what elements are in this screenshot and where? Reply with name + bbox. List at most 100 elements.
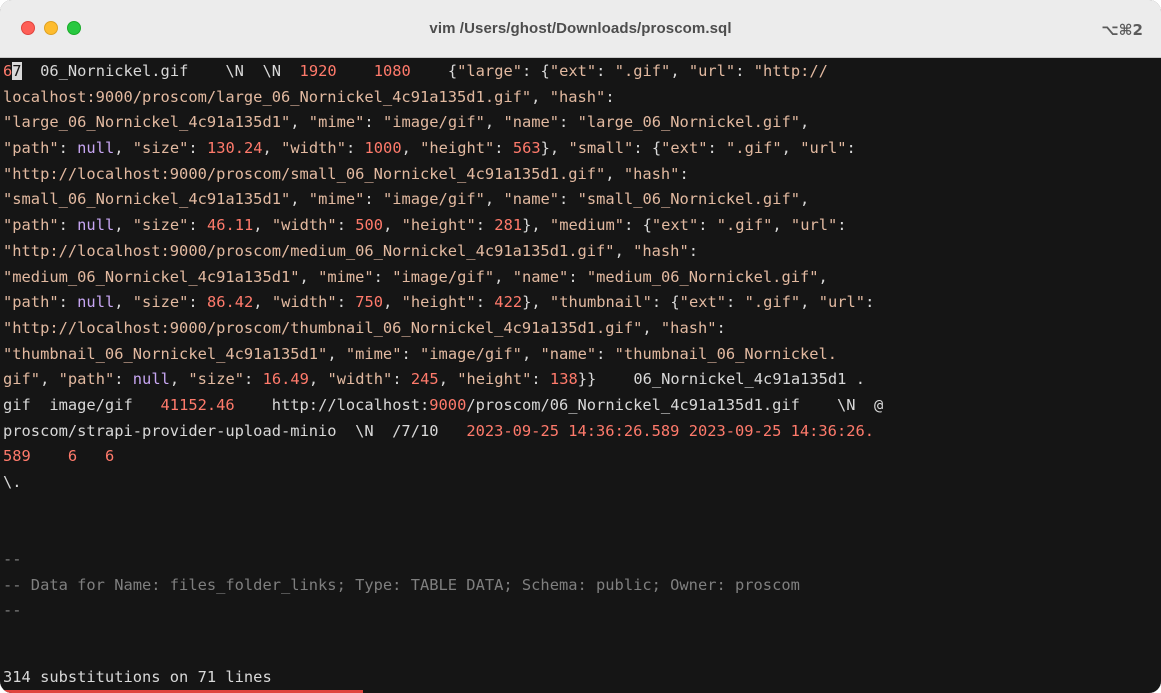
buffer-token — [77, 447, 105, 465]
buffer-token: : — [559, 190, 578, 209]
buffer-token: "mime" — [308, 190, 365, 209]
vim-buffer[interactable]: 67 06_Nornickel.gif \N \N 1920 1080 {"la… — [0, 58, 1161, 693]
buffer-token: "large_06_Nornickel.gif" — [577, 113, 800, 132]
buffer-token: "url" — [790, 216, 838, 235]
buffer-token: { — [410, 62, 458, 80]
buffer-token: , — [401, 139, 421, 158]
buffer-token: }, — [522, 293, 550, 312]
buffer-token: 138 — [549, 370, 578, 389]
buffer-token: , — [40, 370, 59, 389]
buffer-token: 86.42 — [206, 293, 254, 312]
buffer-token: null — [77, 293, 115, 312]
buffer-token: ".gif" — [726, 139, 782, 158]
buffer-token: "ext" — [651, 216, 699, 235]
buffer-token: , — [781, 139, 801, 158]
buffer-token: proscom/strapi-provider-upload-minio \N … — [3, 421, 467, 440]
buffer-line — [3, 521, 1161, 547]
buffer-token: -- — [3, 550, 22, 569]
buffer-token: "size" — [132, 216, 189, 235]
buffer-token: , — [494, 267, 513, 286]
buffer-line: 589 6 6 — [3, 444, 1161, 470]
buffer-token: "small_06_Nornickel.gif" — [577, 190, 800, 209]
buffer-token: : — [244, 370, 263, 389]
buffer-token: "ext" — [661, 139, 708, 158]
buffer-token: "name" — [540, 344, 597, 363]
buffer-line: "small_06_Nornickel_4c91a135d1", "mime":… — [3, 187, 1161, 213]
buffer-token: : — [336, 293, 356, 312]
buffer-token: , — [484, 113, 504, 132]
text-cursor: 7 — [12, 62, 22, 80]
buffer-line: "path": null, "size": 86.42, "width": 75… — [3, 290, 1161, 316]
buffer-line: \. — [3, 470, 1161, 496]
vim-status-line: 314 substitutions on 71 lines — [3, 668, 272, 687]
buffer-token: "ext" — [549, 62, 597, 80]
buffer-token: "http://localhost:9000/proscom/small_06_… — [3, 164, 606, 183]
buffer-token: "name" — [503, 113, 560, 132]
buffer-line: 67 06_Nornickel.gif \N \N 1920 1080 {"la… — [3, 59, 1161, 85]
buffer-token: gif image/gif — [3, 395, 161, 414]
buffer-token: 1080 — [373, 62, 411, 80]
buffer-token: : — [596, 344, 615, 363]
window-title: vim /Users/ghost/Downloads/proscom.sql — [429, 20, 732, 37]
buffer-token: /proscom/06_Nornickel_4c91a135d1.gif \N … — [466, 395, 884, 414]
buffer-token: : { — [651, 293, 680, 312]
buffer-token: "height" — [457, 370, 532, 389]
buffer-token: , — [438, 370, 458, 389]
buffer-token: : — [716, 318, 726, 337]
buffer-token: "medium" — [549, 216, 625, 235]
buffer-token: : — [336, 216, 356, 235]
buffer-line: "thumbnail_06_Nornickel_4c91a135d1", "mi… — [3, 342, 1161, 368]
buffer-token: , — [290, 113, 309, 132]
buffer-token: 750 — [355, 293, 384, 312]
minimize-window-button[interactable] — [44, 21, 58, 35]
buffer-token: "thumbnail_06_Nornickel_4c91a135d1" — [3, 344, 328, 363]
window-controls — [21, 21, 81, 35]
buffer-token: "width" — [271, 216, 337, 235]
buffer-token: : — [345, 139, 365, 158]
buffer-token: , — [800, 293, 819, 312]
buffer-token: "http:// — [753, 62, 828, 80]
buffer-token: "image/gif" — [392, 267, 495, 286]
buffer-token: : — [373, 267, 393, 286]
buffer-token: }, — [522, 216, 550, 235]
buffer-token: }, — [540, 139, 569, 158]
buffer-token: "large" — [457, 62, 522, 80]
buffer-token: "ext" — [679, 293, 727, 312]
buffer-token: , — [531, 87, 550, 106]
buffer-token: : — [475, 216, 495, 235]
buffer-token: "name" — [503, 190, 560, 209]
buffer-token: , — [614, 241, 634, 260]
buffer-token: : — [188, 293, 207, 312]
zoom-window-button[interactable] — [67, 21, 81, 35]
buffer-token: , — [253, 216, 272, 235]
buffer-token: : { — [624, 216, 652, 235]
buffer-token: : — [698, 216, 717, 235]
buffer-token: : — [188, 216, 207, 235]
buffer-token: : — [58, 139, 78, 158]
buffer-token: : — [58, 216, 78, 235]
buffer-token: "http://localhost:9000/proscom/thumbnail… — [3, 318, 643, 337]
buffer-token: "http://localhost:9000/proscom/medium_06… — [3, 241, 615, 260]
buffer-token: 06_Nornickel.gif \N \N — [21, 62, 300, 80]
buffer-token: localhost:9000/proscom/large_06_Nornicke… — [3, 87, 532, 106]
buffer-token: : — [726, 293, 745, 312]
buffer-token: "hash" — [623, 164, 680, 183]
buffer-token: "path" — [3, 216, 59, 235]
buffer-token: , — [114, 216, 133, 235]
buffer-token: "width" — [281, 139, 346, 158]
buffer-token: 6 — [104, 447, 115, 466]
close-window-button[interactable] — [21, 21, 35, 35]
buffer-line: "medium_06_Nornickel_4c91a135d1", "mime"… — [3, 265, 1161, 291]
buffer-line: "http://localhost:9000/proscom/medium_06… — [3, 239, 1161, 265]
buffer-token: : — [707, 139, 727, 158]
buffer-token: "thumbnail" — [549, 293, 652, 312]
buffer-token: "medium_06_Nornickel.gif" — [586, 267, 819, 286]
buffer-token: "large_06_Nornickel_4c91a135d1" — [3, 113, 291, 132]
buffer-token: , — [114, 293, 133, 312]
buffer-token: : — [865, 293, 875, 312]
buffer-token: : — [605, 87, 615, 106]
buffer-token: ".gif" — [716, 216, 773, 235]
buffer-token: , — [484, 190, 504, 209]
buffer-token — [31, 447, 68, 465]
buffer-token: 1000 — [364, 139, 402, 158]
